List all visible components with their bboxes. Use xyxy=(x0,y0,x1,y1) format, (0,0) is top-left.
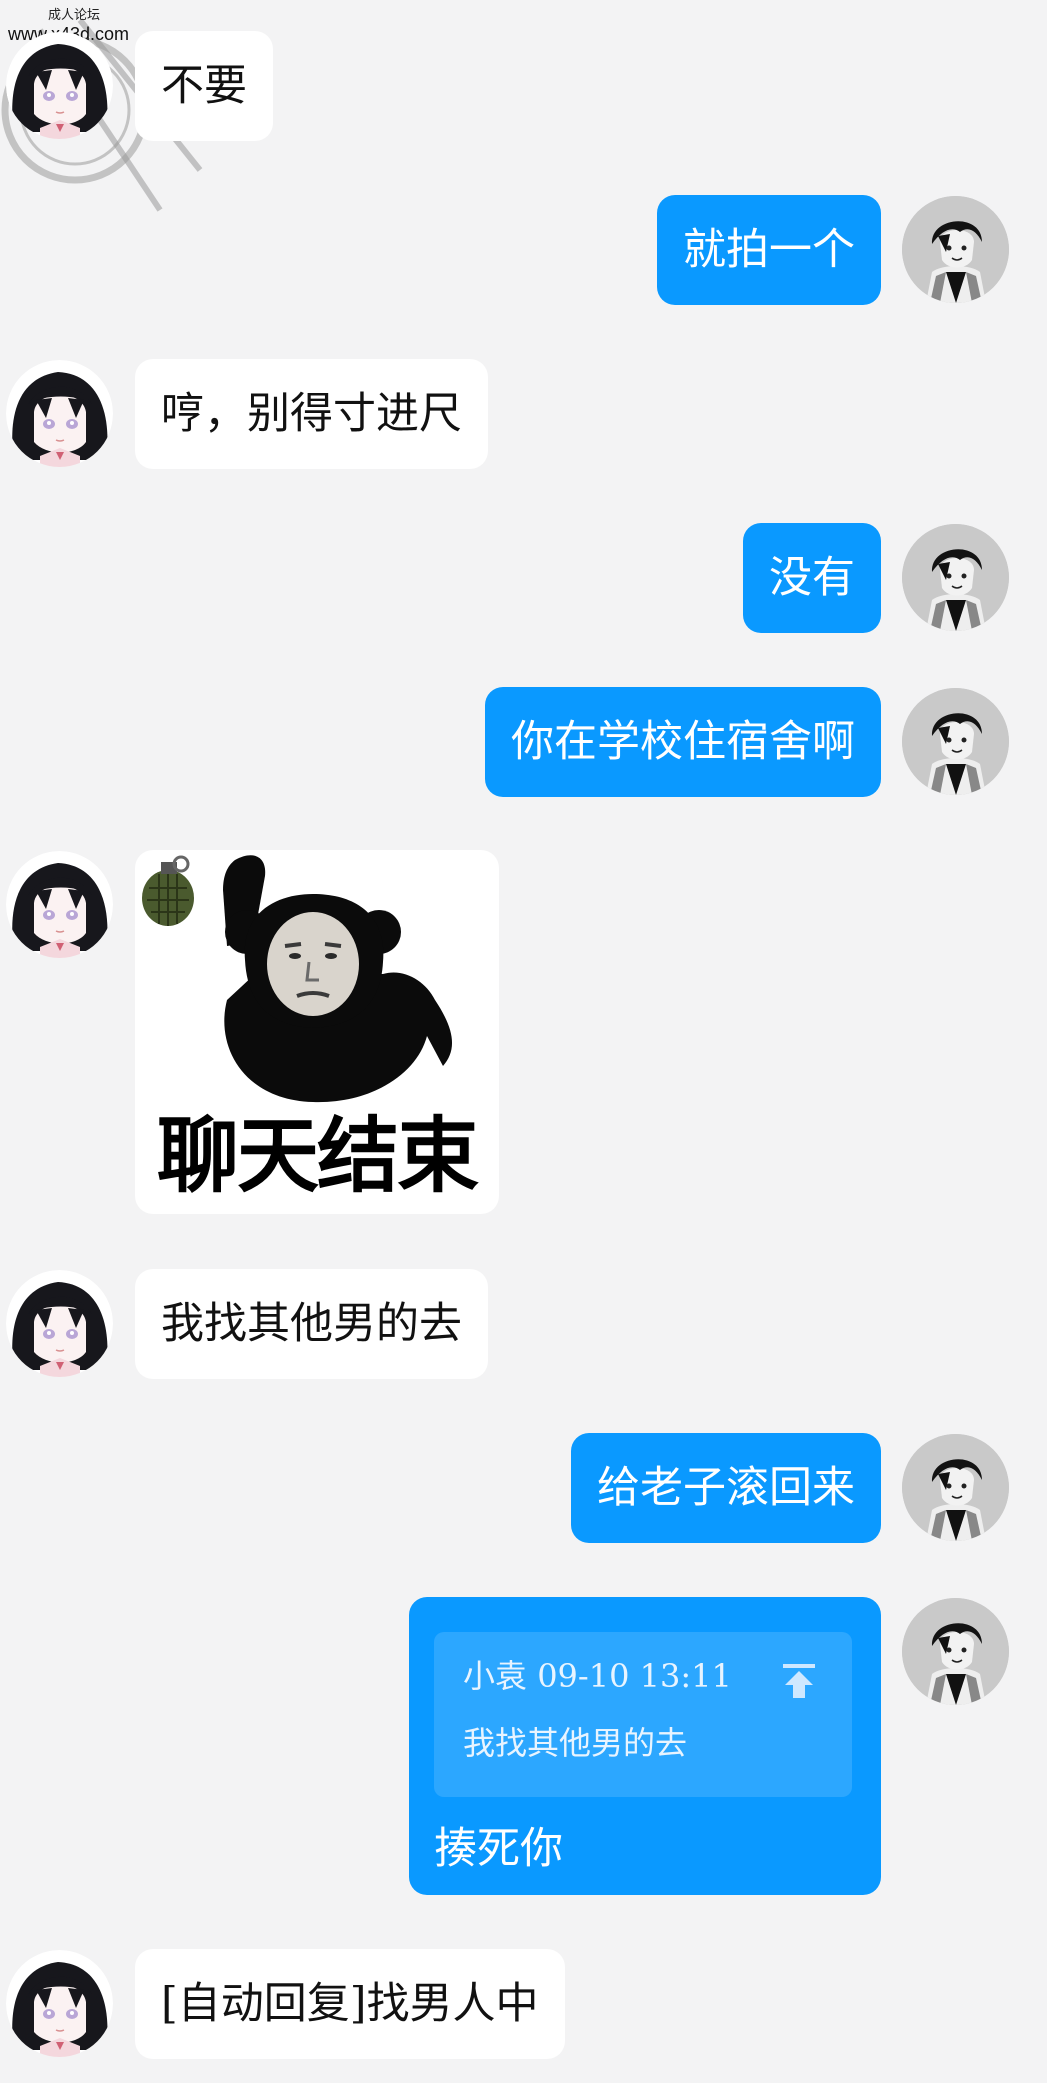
message-bubble-incoming[interactable]: 我找其他男的去 xyxy=(135,1269,488,1379)
girl-avatar-icon[interactable] xyxy=(6,1950,113,2057)
message-bubble-outgoing[interactable]: 就拍一个 xyxy=(657,195,881,305)
quote-header: 小袁 09-10 13:11 xyxy=(463,1656,732,1696)
sticker-message[interactable]: 聊天结束 xyxy=(135,850,499,1214)
grenade-icon xyxy=(142,855,194,926)
message-bubble-outgoing[interactable]: 你在学校住宿舍啊 xyxy=(485,687,881,797)
message-bubble-outgoing[interactable]: 给老子滚回来 xyxy=(571,1433,881,1543)
quote-text: 我找其他男的去 xyxy=(463,1724,688,1762)
girl-avatar-icon[interactable] xyxy=(6,1270,113,1377)
quote-reply-bubble[interactable]: 小袁 09-10 13:11 我找其他男的去 揍死你 xyxy=(409,1597,881,1895)
quote-sender: 小袁 xyxy=(463,1657,528,1695)
girl-avatar-icon[interactable] xyxy=(6,32,113,139)
girl-avatar-icon[interactable] xyxy=(6,851,113,958)
watermark-site-name: 成人论坛 xyxy=(48,7,101,22)
quoted-message[interactable]: 小袁 09-10 13:11 我找其他男的去 xyxy=(434,1632,852,1797)
quote-time: 09-10 13:11 xyxy=(537,1657,732,1695)
sticker-caption: 聊天结束 xyxy=(156,1109,479,1204)
message-bubble-incoming[interactable]: [自动回复]找男人中 xyxy=(135,1949,565,2059)
boy-avatar-icon[interactable] xyxy=(902,524,1009,631)
boy-avatar-icon[interactable] xyxy=(902,196,1009,303)
boy-avatar-icon[interactable] xyxy=(902,1434,1009,1541)
boy-avatar-icon[interactable] xyxy=(902,688,1009,795)
boy-avatar-icon[interactable] xyxy=(902,1598,1009,1705)
message-bubble-incoming[interactable]: 哼，别得寸进尺 xyxy=(135,359,488,469)
reply-text: 揍死你 xyxy=(434,1824,563,1874)
jump-to-message-icon[interactable] xyxy=(779,1660,819,1700)
message-bubble-incoming[interactable]: 不要 xyxy=(135,31,273,141)
message-bubble-outgoing[interactable]: 没有 xyxy=(743,523,881,633)
girl-avatar-icon[interactable] xyxy=(6,360,113,467)
